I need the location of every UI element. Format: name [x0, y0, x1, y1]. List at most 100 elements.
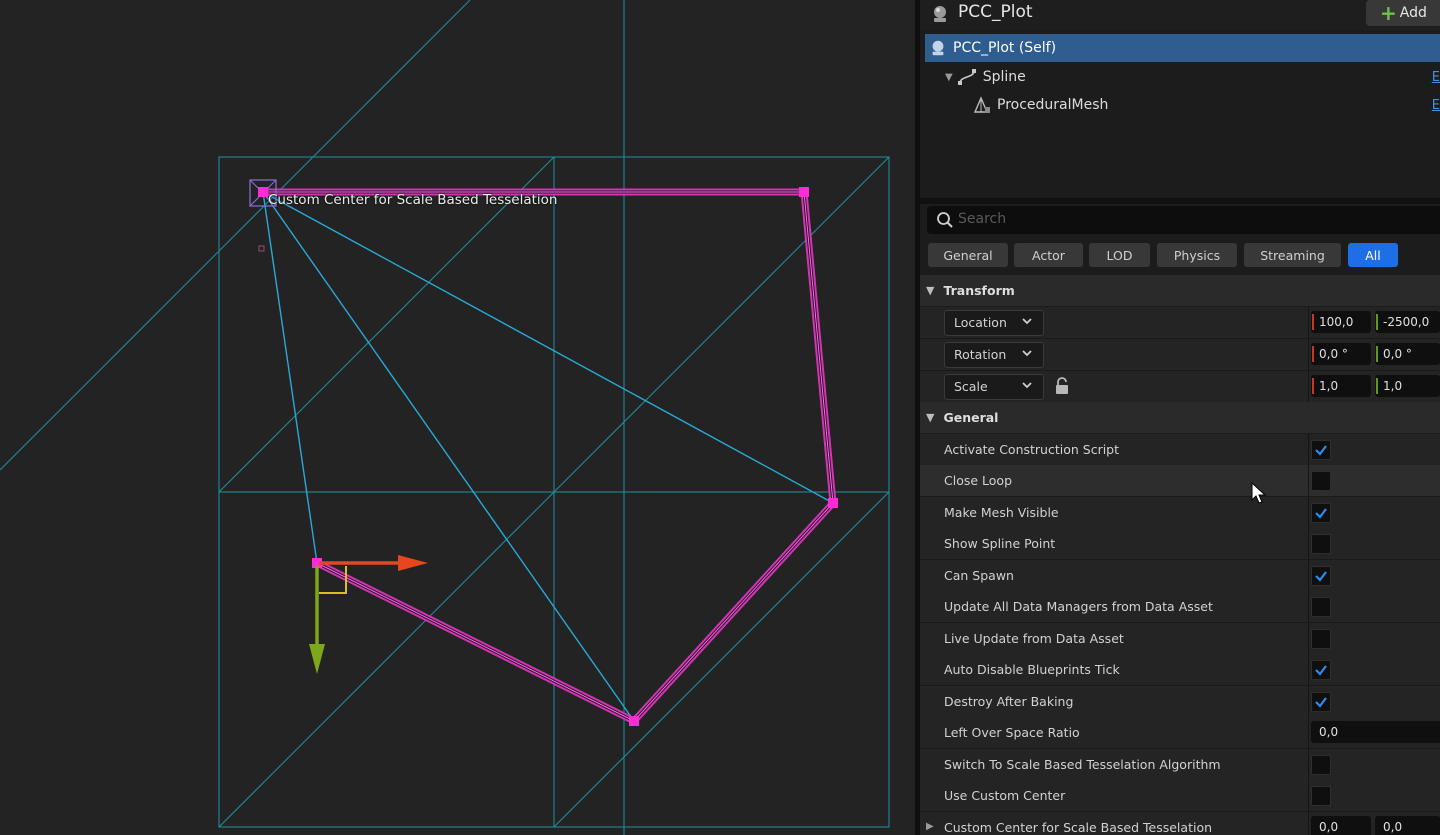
column-divider — [1308, 371, 1309, 402]
location-x-field[interactable]: 100,0 — [1311, 311, 1371, 333]
column-divider — [1308, 497, 1309, 528]
prop-live-update-from-data-asset: Live Update from Data Asset — [920, 623, 1440, 655]
field-value: 0,0 — [1319, 820, 1339, 834]
transform-section-header[interactable]: ▼ Transform — [920, 275, 1440, 306]
component-tree: PCC_Plot (Self) ▼ Spline E ProceduralMes… — [920, 33, 1440, 198]
tree-item-procedural-mesh[interactable]: ProceduralMesh E — [925, 91, 1440, 119]
property-label: Show Spline Point — [944, 536, 1056, 551]
tree-item-label: ProceduralMesh — [997, 97, 1109, 113]
viewport-scene — [0, 0, 890, 835]
triangulation-lines — [262, 191, 834, 722]
column-divider — [1308, 528, 1309, 559]
custom-center-label: Custom Center for Scale Based Tesselatio… — [268, 192, 558, 208]
unlock-icon[interactable] — [1054, 377, 1070, 399]
x-axis-marker — [1312, 346, 1314, 362]
scale-dropdown[interactable]: Scale — [944, 374, 1044, 400]
edit-in-cpp-link[interactable]: E — [1432, 98, 1440, 113]
spline-point[interactable] — [629, 716, 639, 726]
tree-item-label: Spline — [982, 69, 1026, 85]
checkbox[interactable] — [1311, 534, 1331, 554]
gizmo-x-arrow — [398, 555, 428, 571]
add-label: Add — [1399, 5, 1427, 21]
tree-item-self[interactable]: PCC_Plot (Self) — [925, 34, 1440, 62]
column-divider — [1308, 591, 1309, 622]
edit-in-cpp-link[interactable]: E — [1432, 70, 1440, 85]
rotation-row: Rotation 0,0 ° 0,0 ° — [920, 339, 1440, 371]
tree-item-spline[interactable]: ▼ Spline E — [925, 63, 1440, 91]
column-divider — [1308, 812, 1309, 835]
tab-physics[interactable]: Physics — [1157, 243, 1237, 267]
transform-gizmo[interactable] — [309, 555, 428, 674]
scale-x-field[interactable]: 1,0 — [1311, 375, 1371, 397]
scale-y-field[interactable]: 1,0 — [1375, 375, 1440, 397]
checkmark-icon — [1315, 665, 1327, 676]
details-header: PCC_Plot + Add — [920, 0, 1440, 30]
column-divider — [1308, 717, 1309, 748]
field-value: 0,0 ° — [1383, 347, 1412, 361]
property-label: Activate Construction Script — [944, 442, 1120, 457]
checkbox[interactable] — [1311, 786, 1331, 806]
level-viewport[interactable]: Custom Center for Scale Based Tesselatio… — [0, 0, 915, 835]
tab-general[interactable]: General — [928, 243, 1008, 267]
checkbox[interactable] — [1311, 597, 1331, 617]
dropdown-label: Rotation — [954, 347, 1007, 362]
tree-item-label: PCC_Plot (Self) — [953, 40, 1057, 56]
checkbox[interactable] — [1311, 629, 1331, 649]
details-search-input[interactable]: Search — [927, 206, 1440, 234]
location-y-field[interactable]: -2500,0 — [1375, 311, 1440, 333]
location-dropdown[interactable]: Location — [944, 310, 1044, 336]
prop-make-mesh-visible: Make Mesh Visible — [920, 497, 1440, 529]
prop-can-spawn: Can Spawn — [920, 560, 1440, 592]
section-title: General — [943, 410, 999, 425]
property-label: Left Over Space Ratio — [944, 725, 1080, 740]
prop-switch-to-scale-based-tesselation: Switch To Scale Based Tesselation Algori… — [920, 749, 1440, 781]
scale-row: Scale 1,0 1,0 — [920, 371, 1440, 403]
tab-streaming[interactable]: Streaming — [1244, 243, 1341, 267]
checkbox[interactable] — [1311, 692, 1331, 712]
column-divider — [1308, 339, 1309, 370]
expand-arrow-icon[interactable]: ▼ — [945, 72, 953, 83]
number-field[interactable]: 0,0 — [1311, 721, 1440, 743]
checkbox[interactable] — [1311, 471, 1331, 491]
field-value: 0,0 — [1383, 820, 1403, 834]
spline-point[interactable] — [828, 498, 838, 508]
grid-diag — [553, 491, 890, 828]
chevron-down-icon — [1021, 315, 1033, 330]
prop-destroy-after-baking: Destroy After Baking — [920, 686, 1440, 718]
collapse-arrow-icon: ▼ — [926, 284, 935, 297]
location-row: Location 100,0 -2500,0 — [920, 307, 1440, 339]
details-panel: PCC_Plot + Add PCC_Plot (Self) ▼ Spline … — [920, 0, 1440, 835]
procedural-mesh-icon — [973, 96, 991, 114]
column-divider — [1308, 686, 1309, 717]
rotation-x-field[interactable]: 0,0 ° — [1311, 343, 1371, 365]
search-placeholder: Search — [958, 211, 1007, 227]
actor-icon — [930, 4, 950, 28]
x-axis-marker — [1312, 378, 1314, 394]
checkbox[interactable] — [1311, 755, 1331, 775]
search-icon — [936, 211, 954, 233]
y-axis-marker — [1376, 378, 1378, 394]
rotation-dropdown[interactable]: Rotation — [944, 342, 1044, 368]
add-component-button[interactable]: + Add — [1366, 0, 1440, 26]
y-axis-marker — [1376, 346, 1378, 362]
checkbox[interactable] — [1311, 660, 1331, 680]
tab-lod[interactable]: LOD — [1089, 243, 1150, 267]
checkmark-icon — [1315, 508, 1327, 519]
expand-arrow-icon[interactable]: ▶ — [926, 821, 934, 832]
custom-center-x-field[interactable]: 0,0 — [1311, 816, 1371, 835]
checkbox[interactable] — [1311, 503, 1331, 523]
column-divider — [1308, 434, 1309, 465]
spline-point[interactable] — [799, 187, 809, 197]
custom-center-y-field[interactable]: 0,0 — [1375, 816, 1440, 835]
dropdown-label: Scale — [954, 379, 988, 394]
general-section-header[interactable]: ▼ General — [920, 402, 1440, 433]
rotation-y-field[interactable]: 0,0 ° — [1375, 343, 1440, 365]
gizmo-y-arrow — [309, 644, 325, 674]
tab-all[interactable]: All — [1348, 243, 1398, 267]
checkbox[interactable] — [1311, 440, 1331, 460]
property-label: Close Loop — [944, 473, 1012, 488]
checkbox[interactable] — [1311, 566, 1331, 586]
tab-actor[interactable]: Actor — [1014, 243, 1083, 267]
spline-point[interactable] — [258, 187, 268, 197]
prop-auto-disable-blueprints-tick: Auto Disable Blueprints Tick — [920, 654, 1440, 686]
